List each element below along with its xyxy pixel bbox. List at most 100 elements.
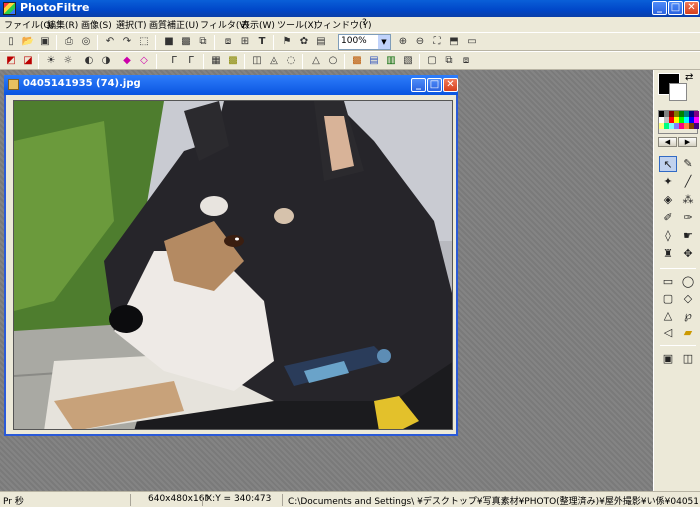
blur-drop-icon[interactable]: ◊ (659, 228, 677, 244)
folder-icon[interactable]: ▰ (679, 325, 697, 341)
image-minimize-button[interactable]: _ (411, 78, 426, 92)
zoom-in-icon[interactable]: ⊕ (396, 35, 410, 49)
saturation-up-icon[interactable]: ◆ (120, 54, 134, 68)
plugin-icon[interactable]: ✿ (297, 35, 311, 49)
advanced-brush-icon[interactable]: ✑ (679, 210, 697, 226)
palette-prev-button[interactable]: ◀ (658, 137, 677, 147)
undo-icon[interactable]: ↶ (103, 35, 117, 49)
close-button[interactable]: ✕ (684, 1, 699, 15)
sharpen-icon[interactable]: △ (309, 54, 323, 68)
diamond-icon[interactable]: ◇ (679, 291, 697, 307)
menu-select[interactable]: 選択(T) (116, 18, 147, 31)
layer-icon[interactable]: ⧈ (459, 54, 473, 68)
menu-view[interactable]: 表示(W) (241, 18, 275, 31)
ellipse-icon[interactable]: ◯ (679, 274, 697, 290)
filter-grid-icon[interactable]: ▦ (209, 54, 223, 68)
background-color-swatch[interactable] (669, 83, 687, 101)
print-icon[interactable]: ⎙ (62, 35, 76, 49)
lasso-icon[interactable]: ℘ (679, 308, 697, 324)
menu-help[interactable]: ? (362, 18, 367, 28)
rounded-rect-icon[interactable]: ▢ (659, 291, 677, 307)
contrast-up-icon[interactable]: ◐ (82, 54, 96, 68)
triangle-icon[interactable]: △ (659, 308, 677, 324)
flip-v-icon[interactable]: ◬ (267, 54, 281, 68)
pointer-icon[interactable]: ↖ (659, 156, 677, 172)
swap-colors-icon[interactable]: ⇄ (685, 72, 693, 83)
open-icon[interactable]: 📂 (21, 35, 35, 49)
gamma-up-icon[interactable]: Γ (167, 54, 181, 68)
fill-icon[interactable]: ◈ (659, 192, 677, 208)
image-window[interactable]: 0405141935 (74).jpg _ □ ✕ (4, 75, 458, 436)
paste-doc-icon[interactable]: ⧈ (221, 35, 235, 49)
image-window-title: 0405141935 (74).jpg (23, 78, 141, 89)
color-icon[interactable]: ▩ (350, 54, 364, 68)
image-file-icon (8, 79, 19, 90)
spray-icon[interactable]: ⁂ (679, 192, 697, 208)
brightness-down-icon[interactable]: ☼ (61, 54, 75, 68)
select-tool-icon[interactable]: ◫ (679, 351, 697, 367)
blur-icon[interactable]: ◌ (284, 54, 298, 68)
image-window-titlebar[interactable]: 0405141935 (74).jpg _ □ ✕ (4, 75, 458, 95)
zoom-select[interactable]: 100% ▼ (338, 34, 391, 50)
menu-image[interactable]: 画像(S) (81, 18, 112, 31)
dog-photo[interactable] (13, 100, 453, 430)
app-titlebar: PhotoFiltre _ □ ✕ (0, 0, 700, 17)
filter-texture-icon[interactable]: ▩ (226, 54, 240, 68)
polygon-icon[interactable]: ◁ (659, 325, 677, 341)
menu-edit[interactable]: 編集(R) (47, 18, 78, 31)
redo-icon[interactable]: ↷ (120, 35, 134, 49)
fullscreen-icon[interactable]: ⬒ (447, 35, 461, 49)
window-icon[interactable]: ▤ (314, 35, 328, 49)
soften-icon[interactable]: ○ (326, 54, 340, 68)
palette-swatch[interactable] (694, 123, 699, 129)
rectangle-icon[interactable]: ▭ (659, 274, 677, 290)
menu-bar: ファイル(Q) 編集(R) 画像(S) 選択(T) 画質補正(U) フィルタ(V… (0, 17, 700, 32)
app-title: PhotoFiltre (20, 1, 90, 14)
smudge-icon[interactable]: ☛ (679, 228, 697, 244)
text-icon[interactable]: T (255, 35, 269, 49)
app-icon (3, 2, 16, 15)
scan-icon[interactable]: ◎ (79, 35, 93, 49)
crop-icon[interactable]: ⬚ (137, 35, 151, 49)
pattern-icon[interactable]: ✥ (679, 246, 697, 262)
magic-wand-icon[interactable]: ✦ (659, 174, 677, 190)
palette-next-button[interactable]: ▶ (678, 137, 697, 147)
fit-icon[interactable]: ⛶ (430, 35, 444, 49)
chevron-down-icon[interactable]: ▼ (378, 35, 390, 49)
grayscale-icon[interactable]: ■ (162, 35, 176, 49)
auto-contrast-icon[interactable]: ◪ (21, 54, 35, 68)
flip-h-icon[interactable]: ◫ (250, 54, 264, 68)
monitor-icon[interactable]: ▭ (465, 35, 479, 49)
stamp-icon[interactable]: ⚑ (280, 35, 294, 49)
menu-adjust[interactable]: 画質補正(U) (149, 18, 199, 31)
stack-icon[interactable]: ⧉ (442, 54, 456, 68)
color-palette[interactable] (658, 110, 699, 134)
saturation-down-icon[interactable]: ◇ (137, 54, 151, 68)
resize-icon[interactable]: ⊞ (238, 35, 252, 49)
menu-tools[interactable]: ツール(X) (277, 18, 317, 31)
copy-doc-icon[interactable]: ⧉ (196, 35, 210, 49)
hue-icon[interactable]: ▧ (401, 54, 415, 68)
clone-stamp-icon[interactable]: ♜ (659, 246, 677, 262)
brightness-up-icon[interactable]: ☀ (44, 54, 58, 68)
brush-icon[interactable]: ✐ (659, 210, 677, 226)
image-close-button[interactable]: ✕ (443, 78, 458, 92)
rgb-adjust-icon[interactable]: ▥ (384, 54, 398, 68)
maximize-button[interactable]: □ (668, 1, 683, 15)
zoom-out-icon[interactable]: ⊖ (413, 35, 427, 49)
auto-level-icon[interactable]: ◩ (4, 54, 18, 68)
select-rect-icon[interactable]: ▣ (659, 351, 677, 367)
adjust-icon[interactable]: ▤ (367, 54, 381, 68)
line-icon[interactable]: ╱ (679, 174, 697, 190)
rgb-icon[interactable]: ▩ (179, 35, 193, 49)
frame-icon[interactable]: ▢ (425, 54, 439, 68)
zoom-value: 100% (341, 36, 367, 46)
dog-photo-image (14, 101, 452, 429)
contrast-down-icon[interactable]: ◑ (99, 54, 113, 68)
save-icon[interactable]: ▣ (38, 35, 52, 49)
new-icon[interactable]: ▯ (4, 35, 18, 49)
image-maximize-button[interactable]: □ (427, 78, 442, 92)
gamma-down-icon[interactable]: Γ (184, 54, 198, 68)
eyedropper-icon[interactable]: ✎ (679, 156, 697, 172)
minimize-button[interactable]: _ (652, 1, 667, 15)
